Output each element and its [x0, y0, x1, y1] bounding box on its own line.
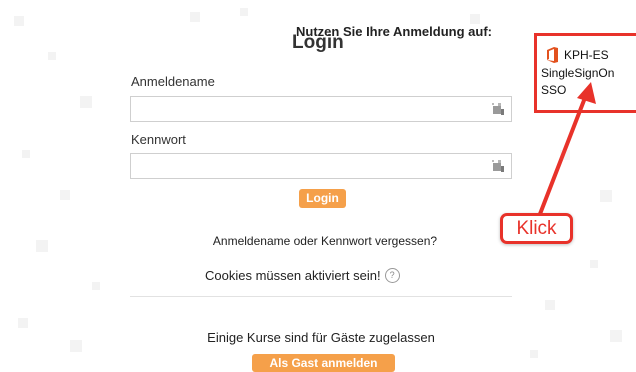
office-icon[interactable] [545, 47, 559, 63]
sso-subtitle-short: SSO [541, 83, 567, 97]
login-button[interactable]: Login [299, 189, 346, 208]
forgot-password-link[interactable]: Anmeldename oder Kennwort vergessen? [190, 234, 460, 248]
password-label: Kennwort [131, 132, 186, 147]
guest-info-text: Einige Kurse sind für Gäste zugelassen [207, 330, 435, 345]
klick-annotation: Klick [500, 213, 573, 244]
sso-link[interactable]: KPH-ES [564, 48, 609, 62]
key-icon [492, 160, 504, 172]
page-title: Login [292, 32, 344, 53]
key-icon [492, 103, 504, 115]
help-icon[interactable]: ? [384, 268, 400, 284]
username-label: Anmeldename [131, 74, 215, 89]
password-field[interactable] [130, 153, 512, 179]
divider [130, 296, 512, 297]
cookies-text: Cookies müssen aktiviert sein! [205, 268, 381, 283]
cookies-notice: Cookies müssen aktiviert sein!? [205, 268, 400, 284]
username-field[interactable] [130, 96, 512, 122]
sso-panel: KPH-ES SingleSignOn SSO [534, 33, 636, 113]
sso-subtitle: SingleSignOn [541, 66, 615, 80]
guest-login-button[interactable]: Als Gast anmelden [252, 354, 395, 372]
